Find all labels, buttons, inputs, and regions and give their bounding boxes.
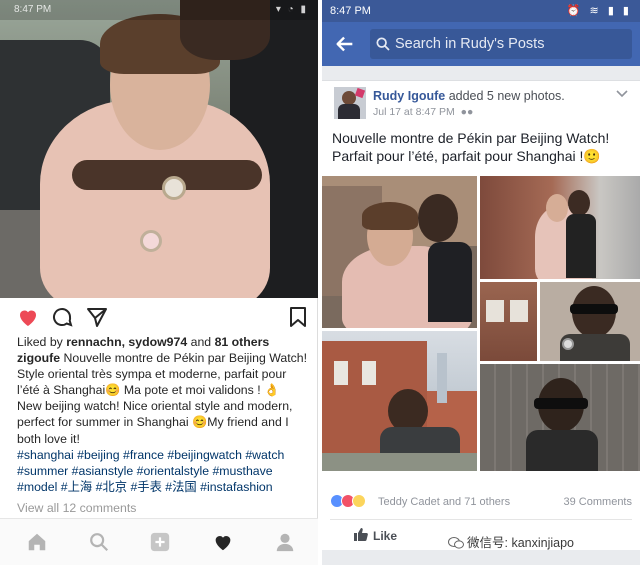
- grid-photo[interactable]: [540, 282, 640, 361]
- search-input[interactable]: Search in Rudy's Posts: [370, 29, 632, 59]
- status-icons: ⏰ ≋ ▮ ▮: [566, 5, 632, 17]
- watermark: 微信号: kanxinjiapo: [448, 532, 574, 551]
- post-text: Liked by rennachn, sydow974 and 81 other…: [17, 334, 313, 495]
- status-icons: ▾ ◔ ▮: [275, 4, 308, 15]
- grid-photo[interactable]: [480, 176, 640, 279]
- reactions-bar[interactable]: Teddy Cadet and 71 others 39 Comments: [330, 494, 632, 514]
- home-icon[interactable]: [26, 531, 48, 553]
- back-arrow-icon[interactable]: [334, 33, 356, 55]
- bookmark-icon[interactable]: [286, 305, 310, 329]
- status-bar: 8:47 PM ⏰ ≋ ▮ ▮: [322, 0, 640, 22]
- caption-line: l’été à Shanghai😊 Ma pote et moi validon…: [17, 383, 280, 398]
- like-label: Like: [373, 529, 398, 543]
- wechat-icon: [448, 537, 464, 549]
- instagram-post-screen: 8:47 PM ▾ ◔ ▮ Liked by rennachn, sydow97…: [0, 0, 318, 565]
- post-date-text: Jul 17 at 8:47 PM: [373, 106, 455, 118]
- likes-line: Liked by rennachn, sydow974 and 81 other…: [17, 334, 313, 350]
- grid-photo[interactable]: [322, 331, 477, 471]
- view-all-comments-link[interactable]: View all 12 comments: [17, 501, 136, 515]
- caption-line: perfect for summer in Shanghai 😊My frien…: [17, 415, 289, 430]
- liked-by-users[interactable]: rennachn, sydow974: [66, 335, 187, 349]
- comments-count[interactable]: 39 Comments: [564, 496, 632, 508]
- divider: [330, 519, 632, 520]
- heart-icon[interactable]: [212, 531, 234, 553]
- reactions-text: Teddy Cadet and 71 others: [378, 496, 511, 508]
- post-message: Nouvelle montre de Pékin par Beijing Wat…: [332, 129, 632, 165]
- post-actions: [0, 301, 318, 331]
- likes-others[interactable]: 81 others: [215, 335, 270, 349]
- post-card: Rudy Igoufe added 5 new photos. Jul 17 a…: [322, 80, 640, 550]
- search-placeholder: Search in Rudy's Posts: [395, 36, 545, 52]
- status-bar: 8:47 PM ▾ ◔ ▮: [0, 0, 318, 20]
- search-header: Search in Rudy's Posts: [322, 22, 640, 66]
- caption-line: both love it!: [17, 431, 80, 446]
- watermark-text: 微信号: kanxinjiapo: [467, 536, 574, 550]
- grid-photo[interactable]: [480, 282, 537, 361]
- message-line: Nouvelle montre de Pékin par Beijing Wat…: [332, 130, 610, 146]
- caption-line: Style oriental très sympa et moderne, pa…: [17, 367, 287, 382]
- search-icon: [376, 37, 390, 51]
- profile-icon[interactable]: [274, 531, 296, 553]
- status-time: 8:47 PM: [14, 4, 52, 15]
- photo-grid: [322, 176, 640, 471]
- caption: zigoufe Nouvelle montre de Pékin par Bei…: [17, 350, 313, 366]
- post-action: added 5 new photos.: [448, 89, 565, 103]
- post-date[interactable]: Jul 17 at 8:47 PM ●●: [373, 106, 473, 118]
- haha-reaction-icon: [352, 494, 366, 508]
- post-author-line: Rudy Igoufe added 5 new photos.: [373, 89, 565, 103]
- message-line: Parfait pour l’été, parfait pour Shangha…: [332, 148, 601, 164]
- add-icon[interactable]: [149, 531, 171, 553]
- author-name[interactable]: Rudy Igoufe: [373, 89, 445, 103]
- grid-photo[interactable]: [322, 176, 477, 328]
- bottom-nav: [0, 518, 318, 565]
- chevron-down-icon[interactable]: [616, 89, 628, 99]
- thumbs-up-icon: [354, 528, 368, 541]
- heart-icon[interactable]: [16, 305, 40, 329]
- comment-icon[interactable]: [50, 305, 74, 329]
- caption-line: New beijing watch! Nice oriental style a…: [17, 399, 293, 414]
- status-time: 8:47 PM: [330, 5, 371, 17]
- avatar[interactable]: [334, 87, 366, 119]
- hashtags[interactable]: #shanghai #beijing #france #beijingwatch…: [17, 447, 313, 463]
- audience-icon: ●●: [460, 106, 474, 118]
- post-photo[interactable]: [0, 0, 318, 298]
- caption-username[interactable]: zigoufe: [17, 351, 60, 365]
- likes-and: and: [190, 335, 212, 349]
- facebook-post-screen: 8:47 PM ⏰ ≋ ▮ ▮ Search in Rudy's Posts R…: [322, 0, 640, 565]
- hashtags[interactable]: #summer #asianstyle #orientalstyle #must…: [17, 463, 313, 479]
- likes-prefix: Liked by: [17, 335, 63, 349]
- search-icon[interactable]: [88, 531, 110, 553]
- hashtags[interactable]: #model #上海 #北京 #手表 #法国 #instafashion: [17, 479, 313, 495]
- caption-line: Nouvelle montre de Pékin par Beijing Wat…: [63, 351, 308, 366]
- share-icon[interactable]: [85, 305, 109, 329]
- grid-photo[interactable]: [480, 364, 640, 471]
